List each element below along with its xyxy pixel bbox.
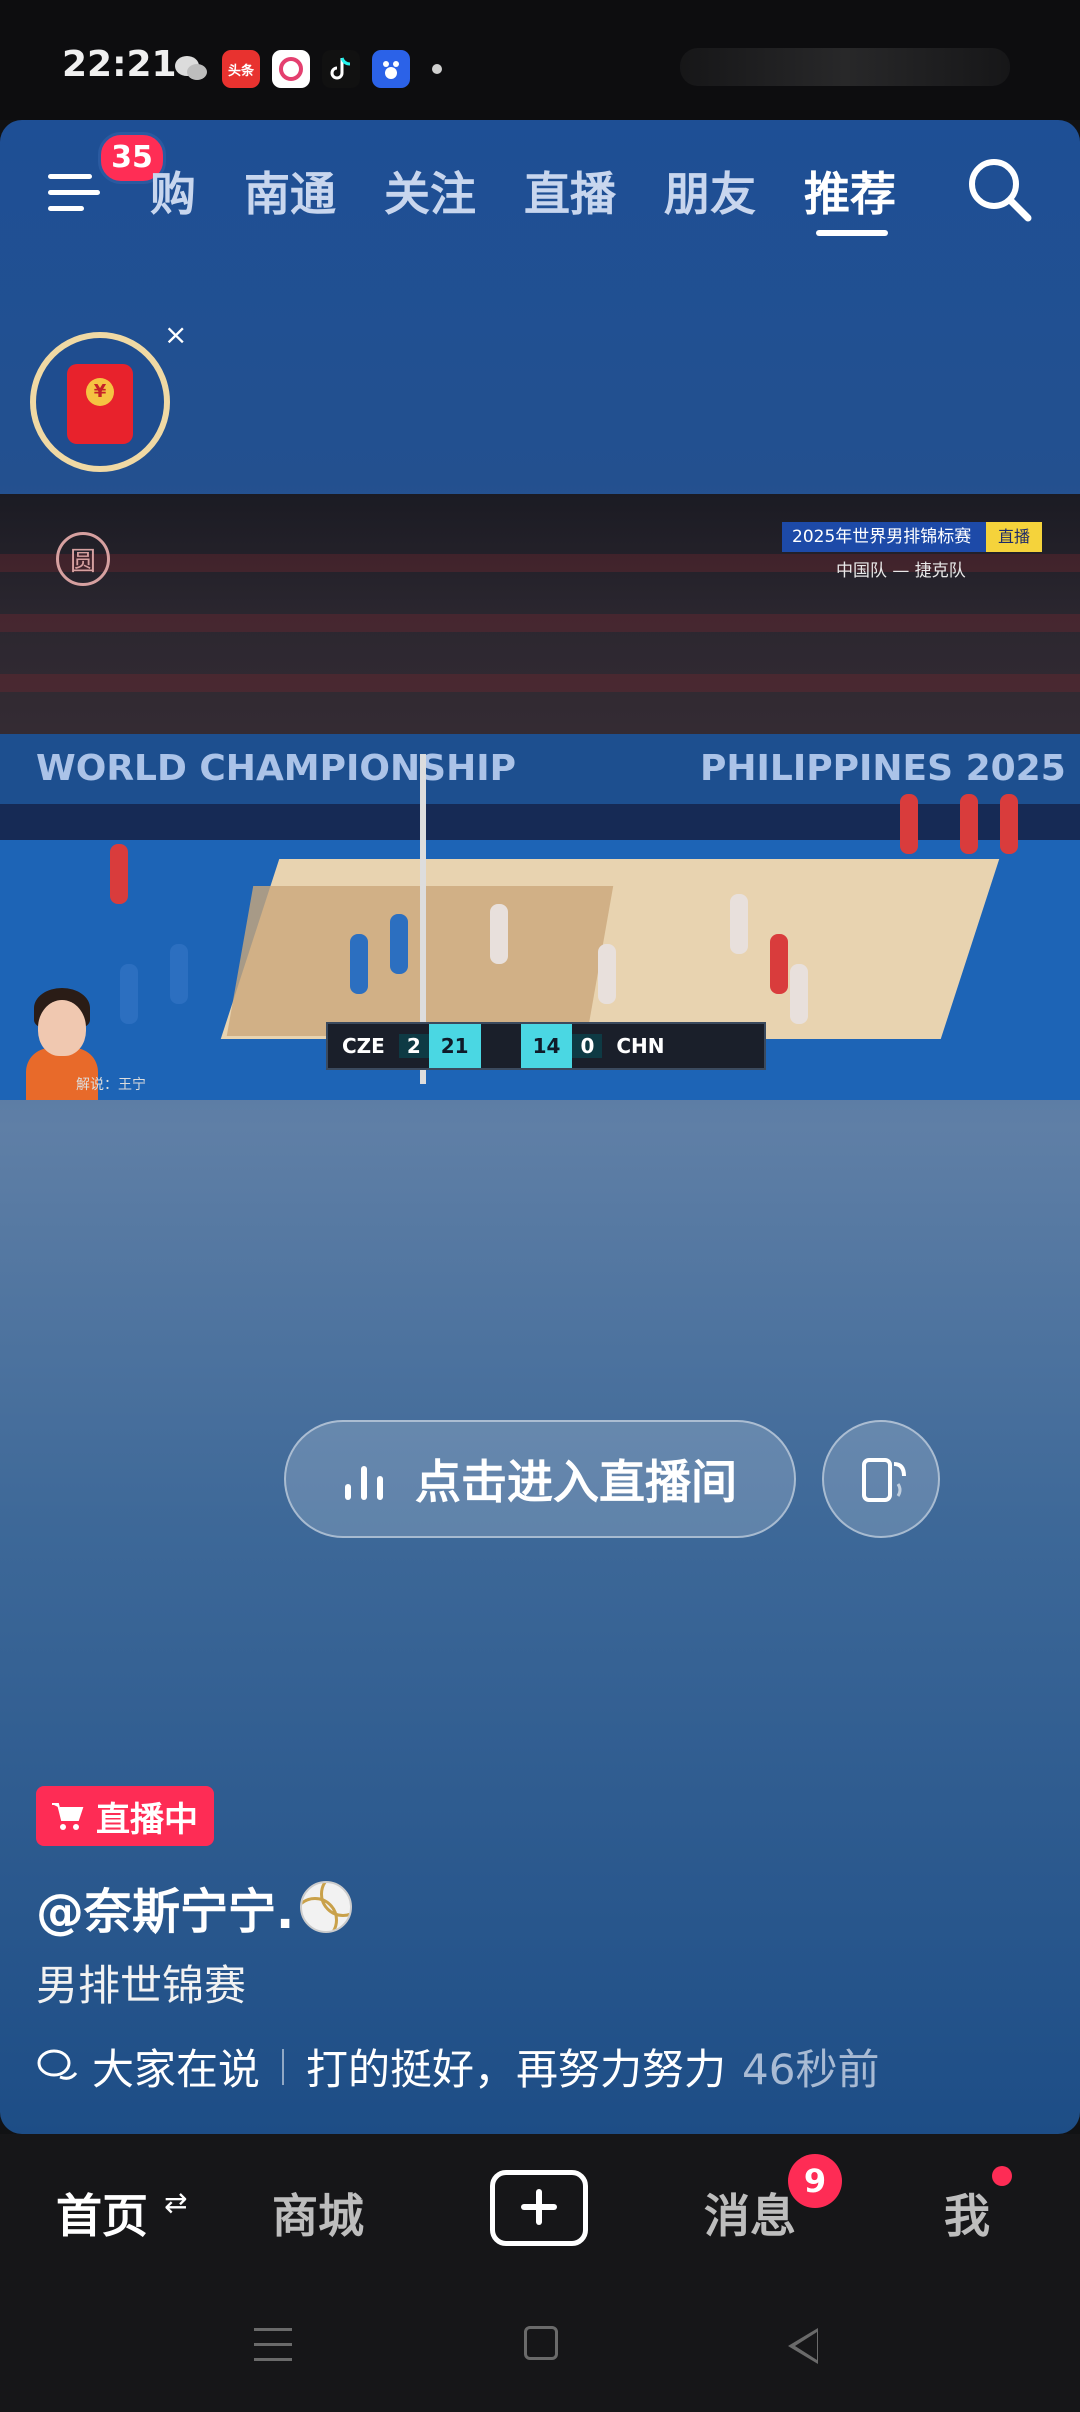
tab-live[interactable]: 直播 <box>524 158 616 224</box>
status-app-icons: 头条 <box>172 50 442 88</box>
player-figure <box>390 914 408 974</box>
tab-nantong[interactable]: 南通 <box>244 158 336 224</box>
tab-shopping[interactable]: 购 <box>150 158 196 224</box>
player-figure <box>1000 794 1018 854</box>
recent-apps-button[interactable] <box>254 2328 292 2362</box>
volleyball-emoji-icon <box>300 1881 353 1933</box>
banner-right-text: PHILIPPINES 2025 <box>700 748 1066 789</box>
live-feed-card[interactable]: 35 购 南通 关注 直播 朋友 推荐 ¥ × WORLD CHAMPIONSH… <box>0 120 1080 2134</box>
rotate-screen-icon <box>862 1458 906 1502</box>
banner-left-text: WORLD CHAMPIONSHIP <box>36 748 516 789</box>
notification-dot <box>432 64 442 74</box>
home-switch-icon[interactable]: ⇄ <box>164 2186 187 2219</box>
nav-me[interactable]: 我 <box>944 2180 990 2246</box>
red-envelope-icon: ¥ <box>67 364 133 444</box>
live-now-badge[interactable]: 直播中 <box>36 1786 214 1846</box>
enter-live-room-button[interactable]: 点击进入直播间 <box>284 1420 796 1538</box>
comment-text: 打的挺好，再努力努力 <box>306 2045 727 2094</box>
search-icon <box>969 159 1032 222</box>
video-description: 男排世锦赛 <box>36 1961 247 2010</box>
matchup-text: 中国队 — 捷克队 <box>836 561 966 581</box>
player-figure <box>960 794 978 854</box>
status-bar: 22:21 头条 <box>0 0 1080 120</box>
player-figure <box>490 904 508 964</box>
author-row[interactable]: @奈斯宁宁. <box>36 1872 353 1942</box>
team-a-sets: 2 <box>398 1034 429 1058</box>
event-tag: 2025年世界男排锦标赛 直播 <box>782 522 1042 552</box>
status-time: 22:21 <box>62 44 177 85</box>
ad-boards <box>0 804 1080 840</box>
comment-prefix: 大家在说 <box>92 2045 261 2094</box>
player-figure <box>770 934 788 994</box>
comment-ticker[interactable]: 大家在说 打的挺好，再努力努力 46秒前 <box>36 2036 879 2097</box>
create-button[interactable] <box>490 2170 588 2246</box>
red-packet-close-button[interactable]: × <box>164 318 187 351</box>
nav-home[interactable]: 首页 <box>56 2180 148 2246</box>
chat-bubbles-icon <box>37 2049 78 2080</box>
commentator-label: 解说：王宁 <box>76 1077 146 1093</box>
team-b-name: CHN <box>616 1034 665 1058</box>
tab-recommended[interactable]: 推荐 <box>804 158 896 224</box>
me-notification-dot <box>992 2166 1012 2186</box>
rotate-screen-button[interactable] <box>822 1420 940 1538</box>
menu-icon <box>48 174 92 179</box>
player-figure <box>598 944 616 1004</box>
live-video-player[interactable]: WORLD CHAMPIONSHIP PHILIPPINES 2025 圆 20… <box>0 494 1080 1100</box>
player-figure <box>900 794 918 854</box>
home-button[interactable] <box>524 2326 558 2360</box>
team-b-points: 14 <box>520 1024 573 1068</box>
bottom-navigation: 首页 ⇄ 商城 消息 9 我 <box>0 2134 1080 2274</box>
player-figure <box>790 964 808 1024</box>
enter-live-room-label: 点击进入直播间 <box>415 1455 737 1509</box>
broadcaster-logo: 圆 <box>56 532 110 586</box>
comment-timestamp: 46秒前 <box>742 2045 880 2094</box>
scoreboard: CZE 2 21 14 0 CHN <box>326 1022 766 1070</box>
toutiao-icon: 头条 <box>222 50 260 88</box>
audio-bars-icon <box>343 1458 389 1500</box>
author-name[interactable]: @奈斯宁宁. <box>36 1872 294 1942</box>
player-figure <box>730 894 748 954</box>
player-figure <box>110 844 128 904</box>
wechat-icon <box>172 50 210 88</box>
team-a-name: CZE <box>342 1034 385 1058</box>
baidu-app-icon <box>272 50 310 88</box>
live-flag: 直播 <box>986 522 1042 552</box>
tab-following[interactable]: 关注 <box>384 158 476 224</box>
feed-tabs: 购 南通 关注 直播 朋友 推荐 <box>150 158 896 224</box>
douyin-icon <box>322 50 360 88</box>
menu-button[interactable] <box>48 166 104 222</box>
top-navigation: 35 购 南通 关注 直播 朋友 推荐 <box>0 120 1080 270</box>
active-tab-indicator <box>816 230 888 236</box>
player-figure <box>120 964 138 1024</box>
search-button[interactable] <box>960 150 1040 230</box>
nav-messages[interactable]: 消息 <box>704 2180 796 2246</box>
system-navigation-bar <box>0 2274 1080 2412</box>
tab-friends[interactable]: 朋友 <box>664 158 756 224</box>
messages-badge: 9 <box>788 2154 842 2208</box>
comment-separator <box>282 2048 285 2085</box>
nav-mall[interactable]: 商城 <box>272 2180 364 2246</box>
shopping-cart-icon <box>52 1803 84 1830</box>
team-a-points: 21 <box>428 1024 481 1068</box>
red-packet-widget[interactable]: ¥ <box>30 332 170 472</box>
player-figure <box>350 934 368 994</box>
team-b-sets: 0 <box>572 1034 603 1058</box>
status-indicators <box>680 48 1010 86</box>
player-figure <box>170 944 188 1004</box>
baidu-icon <box>372 50 410 88</box>
